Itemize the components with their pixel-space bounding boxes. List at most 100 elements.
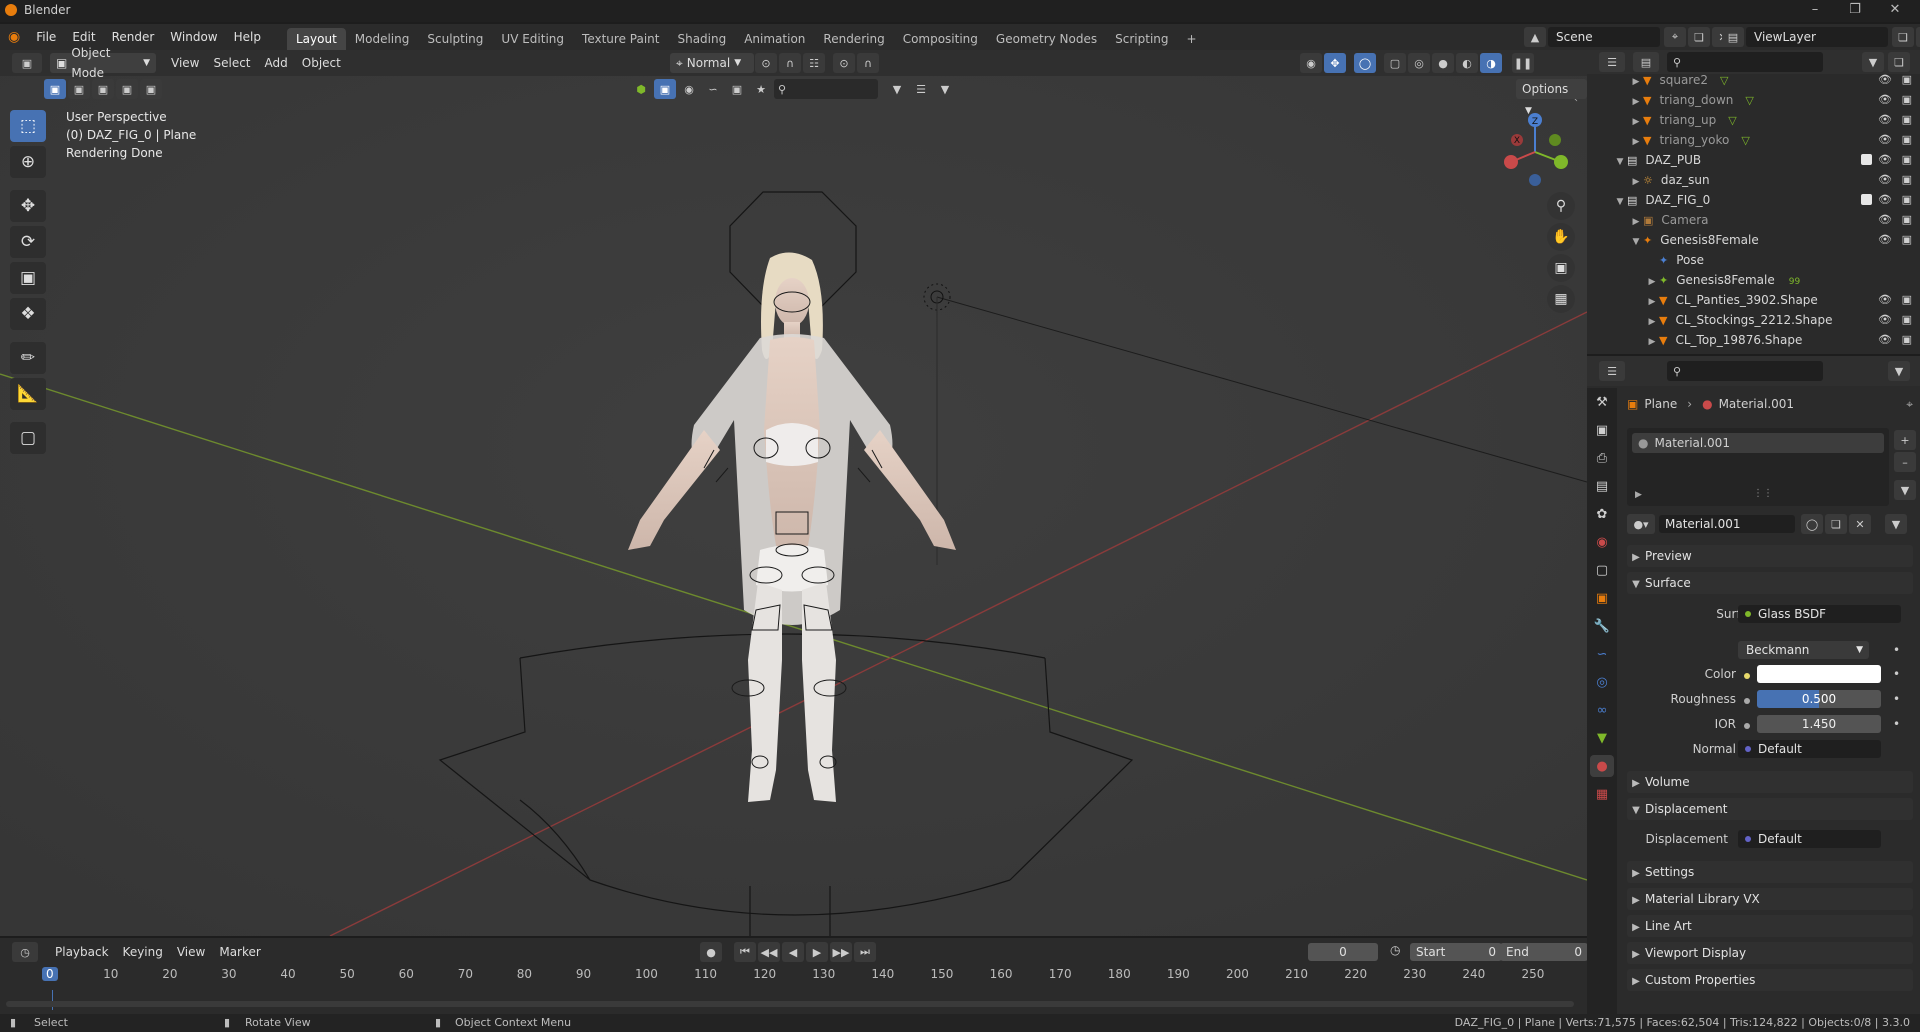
visibility-eye-icon[interactable]: 👁 [1878, 170, 1892, 190]
tab-uv-editing[interactable]: UV Editing [492, 28, 573, 50]
render-camera-icon[interactable]: ▣ [1902, 170, 1912, 190]
filter-icon[interactable]: ▼ [1862, 52, 1884, 72]
tab-modeling[interactable]: Modeling [346, 28, 419, 50]
select-invert-icon[interactable]: ▣ [116, 79, 138, 99]
select-intersect-icon[interactable]: ▣ [140, 79, 162, 99]
expand-arrow-right-icon[interactable]: ▶ [1645, 352, 1659, 354]
render-camera-icon[interactable]: ▣ [1902, 290, 1912, 310]
expand-arrow-right-icon[interactable]: ▶ [1629, 172, 1643, 192]
render-camera-icon[interactable]: ▣ [1902, 210, 1912, 230]
outliner-row[interactable]: ▶ ▼ square2 ▽ 👁 ▣ [1587, 70, 1920, 90]
expand-arrow-down-icon[interactable]: ▼ [1613, 192, 1627, 212]
unlink-material-icon[interactable]: ✕ [1849, 514, 1871, 534]
select-box-tool-icon[interactable]: ⬚ [10, 110, 46, 142]
tool-tab-icon[interactable]: ⚒ [1590, 391, 1614, 413]
minimize-icon[interactable]: – [1795, 2, 1835, 20]
tab-layout[interactable]: Layout [286, 28, 346, 50]
object-tab-icon[interactable]: ▣ [1590, 587, 1614, 609]
material-shading-icon[interactable]: ◐ [1456, 53, 1478, 73]
blender-menu-icon[interactable]: ◉ [0, 24, 28, 50]
expand-arrow-down-icon[interactable]: ▼ [1613, 152, 1627, 172]
options-dropdown[interactable]: Options ▼ [1516, 79, 1587, 116]
editor-type-icon[interactable]: ▣ [12, 53, 42, 73]
outliner-row[interactable]: ▶ ▼ CL_Top_19876.Shape 👁 ▣ [1587, 330, 1920, 350]
outliner-row[interactable]: ▼ ▤ DAZ_PUB 👁 ▣ [1587, 150, 1920, 170]
camera-view-icon[interactable]: ▣ [1547, 254, 1575, 282]
browse-material-icon[interactable]: ●▾ [1627, 514, 1655, 534]
falloff-icon[interactable]: ∩ [857, 53, 879, 73]
menu-view[interactable]: View [164, 56, 206, 70]
expand-arrow-right-icon[interactable]: ▶ [1629, 112, 1643, 132]
wireframe-shading-icon[interactable]: ◎ [1408, 53, 1430, 73]
curve-filter-icon[interactable]: ∽ [702, 79, 724, 99]
panel-preview[interactable]: ▶ Preview [1627, 545, 1913, 567]
outliner-row[interactable]: ▶ ▣ Camera 👁 ▣ [1587, 210, 1920, 230]
expand-arrow-right-icon[interactable]: ▶ [1645, 292, 1659, 312]
tab-sculpting[interactable]: Sculpting [418, 28, 492, 50]
outliner-row[interactable]: ▶ ▼ triang_yoko ▽ 👁 ▣ [1587, 130, 1920, 150]
exclude-checkbox[interactable] [1861, 194, 1872, 205]
tab-compositing[interactable]: Compositing [894, 28, 987, 50]
viewlayer-icon[interactable]: ▤ [1722, 27, 1744, 47]
render-camera-icon[interactable]: ▣ [1902, 70, 1912, 90]
gizmo-y-icon[interactable] [1554, 155, 1568, 169]
mode-dropdown[interactable]: ▣ Object Mode ▼ [50, 46, 156, 80]
outliner-row[interactable]: ▶▼Genesis8Female.Shape👁▣ [1587, 350, 1920, 354]
texture-tab-icon[interactable]: ▦ [1590, 783, 1614, 805]
panel-surface[interactable]: ▼ Surface [1627, 572, 1913, 594]
panel-viewport-display[interactable]: ▶ Viewport Display [1627, 942, 1913, 964]
expand-arrow-right-icon[interactable]: ▶ [1645, 272, 1659, 292]
expand-arrow-right-icon[interactable]: ▶ [1629, 72, 1643, 92]
proportional-edit-icon[interactable]: ⊙ [833, 53, 855, 73]
rendered-shading-icon[interactable]: ◑ [1480, 53, 1502, 73]
snap-target-icon[interactable]: ☷ [803, 53, 825, 73]
render-camera-icon[interactable]: ▣ [1902, 330, 1912, 350]
viewport-search-input[interactable]: ⚲ [774, 79, 878, 99]
render-camera-icon[interactable]: ▣ [1902, 90, 1912, 110]
render-camera-icon[interactable]: ▣ [1902, 150, 1912, 170]
list-resize-handle[interactable]: ⋮⋮ [1753, 488, 1773, 499]
panel-settings[interactable]: ▶ Settings [1627, 861, 1913, 883]
rotate-tool-icon[interactable]: ⟳ [10, 226, 46, 258]
expand-arrow-down-icon[interactable]: ▼ [1629, 232, 1643, 252]
gizmo-neg-z-icon[interactable] [1529, 174, 1541, 186]
new-scene-icon[interactable]: ❏ [1688, 27, 1710, 47]
panel-custom-properties[interactable]: ▶ Custom Properties [1627, 969, 1913, 991]
camera-filter-icon[interactable]: ▣ [726, 79, 748, 99]
visibility-eye-icon[interactable]: 👁 [1878, 330, 1892, 350]
visibility-eye-icon[interactable]: 👁 [1878, 190, 1892, 210]
expand-arrow-right-icon[interactable]: ▶ [1629, 132, 1643, 152]
panel-material-library[interactable]: ▶ Material Library VX [1627, 888, 1913, 910]
surface-shader-field[interactable]: Glass BSDF [1738, 605, 1901, 623]
panel-volume[interactable]: ▶ Volume [1627, 771, 1913, 793]
render-camera-icon[interactable]: ▣ [1902, 310, 1912, 330]
transform-tool-icon[interactable]: ❖ [10, 298, 46, 330]
pause-render-icon[interactable]: ❚❚ [1512, 53, 1534, 73]
add-slot-icon[interactable]: + [1894, 430, 1916, 450]
color-swatch[interactable] [1757, 665, 1881, 683]
scene-field[interactable]: Scene [1548, 27, 1660, 47]
menu-file[interactable]: File [28, 24, 64, 50]
modifier-tab-icon[interactable]: 🔧 [1590, 615, 1614, 637]
new-viewlayer-icon[interactable]: ❏ [1892, 27, 1914, 47]
visibility-eye-icon[interactable]: 👁 [1878, 90, 1892, 110]
solid-shading-icon[interactable]: ● [1432, 53, 1454, 73]
fake-user-icon[interactable]: ◯ [1801, 514, 1823, 534]
annotate-tool-icon[interactable]: ✏ [10, 342, 46, 374]
sort-icon[interactable]: ☰ [910, 79, 932, 99]
menu-window[interactable]: Window [162, 24, 225, 50]
zoom-icon[interactable]: ⚲ [1547, 192, 1575, 220]
expand-arrow-right-icon[interactable]: ▶ [1629, 92, 1643, 112]
measure-tool-icon[interactable]: 📐 [10, 378, 46, 410]
distribution-dropdown[interactable]: Beckmann ▼ [1738, 641, 1869, 659]
expand-arrow-right-icon[interactable]: ▶ [1629, 212, 1643, 232]
visibility-eye-icon[interactable]: 👁 [1878, 310, 1892, 330]
duplicate-material-icon[interactable]: ❏ [1825, 514, 1847, 534]
select-new-icon[interactable]: ▣ [44, 79, 66, 99]
tab-shading[interactable]: Shading [668, 28, 735, 50]
transform-orientation-dropdown[interactable]: ⌖ Normal ▼ [670, 53, 754, 73]
outliner-row[interactable]: ▶ ☼ daz_sun 👁 ▣ [1587, 170, 1920, 190]
constraints-tab-icon[interactable]: ∞ [1590, 699, 1614, 721]
material-slot-item[interactable]: ● Material.001 [1632, 433, 1884, 453]
pan-hand-icon[interactable]: ✋ [1547, 223, 1575, 251]
